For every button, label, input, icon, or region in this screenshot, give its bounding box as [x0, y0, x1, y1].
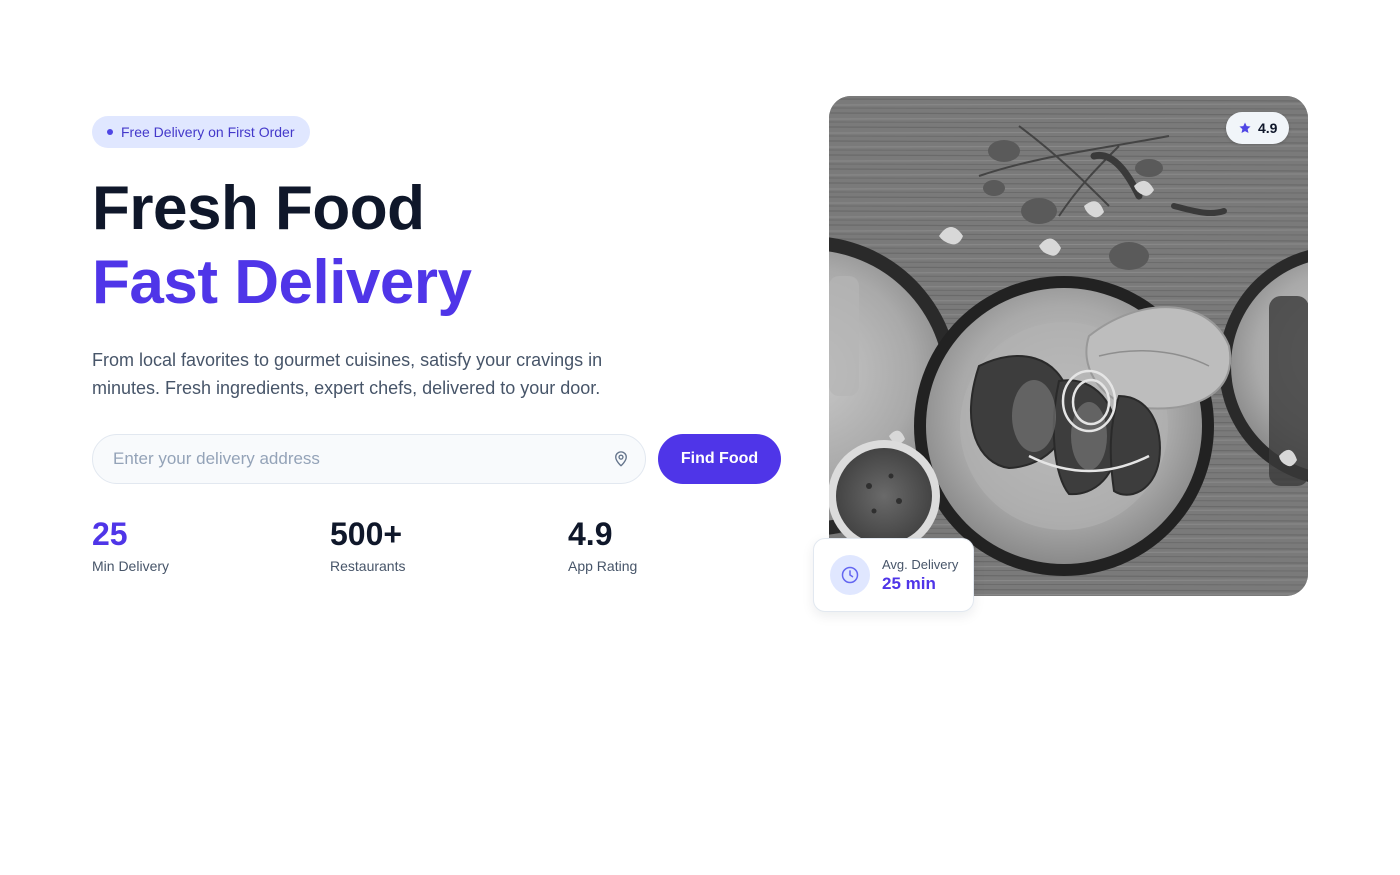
- stat-restaurants: 500+ Restaurants: [330, 515, 405, 574]
- stat-value: 4.9: [568, 516, 613, 552]
- hero-description: From local favorites to gourmet cuisines…: [92, 350, 603, 398]
- image-rating-value: 4.9: [1258, 120, 1278, 136]
- stat-value: 500+: [330, 516, 403, 552]
- stats-row: 25 Min Delivery 500+ Restaurants 4.9 App…: [92, 515, 692, 585]
- stat-label: Min Delivery: [92, 558, 170, 574]
- stat-min-delivery: 25 Min Delivery: [92, 515, 169, 574]
- badge-dot: [107, 129, 113, 135]
- stat-value: 25: [92, 516, 128, 552]
- map-pin-icon[interactable]: [611, 449, 631, 469]
- promo-badge-text: Free Delivery on First Order: [121, 124, 295, 140]
- headline-line-2: Fast Delivery: [92, 248, 472, 317]
- food-photo-illustration: [829, 96, 1308, 596]
- image-rating-chip: 4.9: [1226, 112, 1290, 144]
- stat-app-rating: 4.9 App Rating: [568, 515, 637, 574]
- star-icon: [1238, 121, 1252, 135]
- promo-badge: Free Delivery on First Order: [92, 116, 311, 148]
- avg-delivery-value: 25 min: [882, 573, 936, 593]
- hero-section: Free Delivery on First Order Fresh Food …: [0, 0, 1400, 875]
- address-search-box: [92, 434, 646, 484]
- find-food-button[interactable]: Find Food: [658, 434, 781, 484]
- stat-label: Restaurants: [330, 558, 406, 574]
- delivery-text: Avg. Delivery 25 min: [882, 557, 958, 594]
- stat-label: App Rating: [568, 558, 638, 574]
- avg-delivery-card: Avg. Delivery 25 min: [813, 538, 974, 612]
- clock-icon: [830, 555, 870, 595]
- hero-headline: Fresh Food Fast Delivery: [92, 172, 472, 320]
- headline-line-1: Fresh Food: [92, 174, 425, 243]
- avg-delivery-label: Avg. Delivery: [882, 556, 959, 572]
- hero-food-image: [829, 96, 1308, 596]
- delivery-address-input[interactable]: [113, 449, 611, 469]
